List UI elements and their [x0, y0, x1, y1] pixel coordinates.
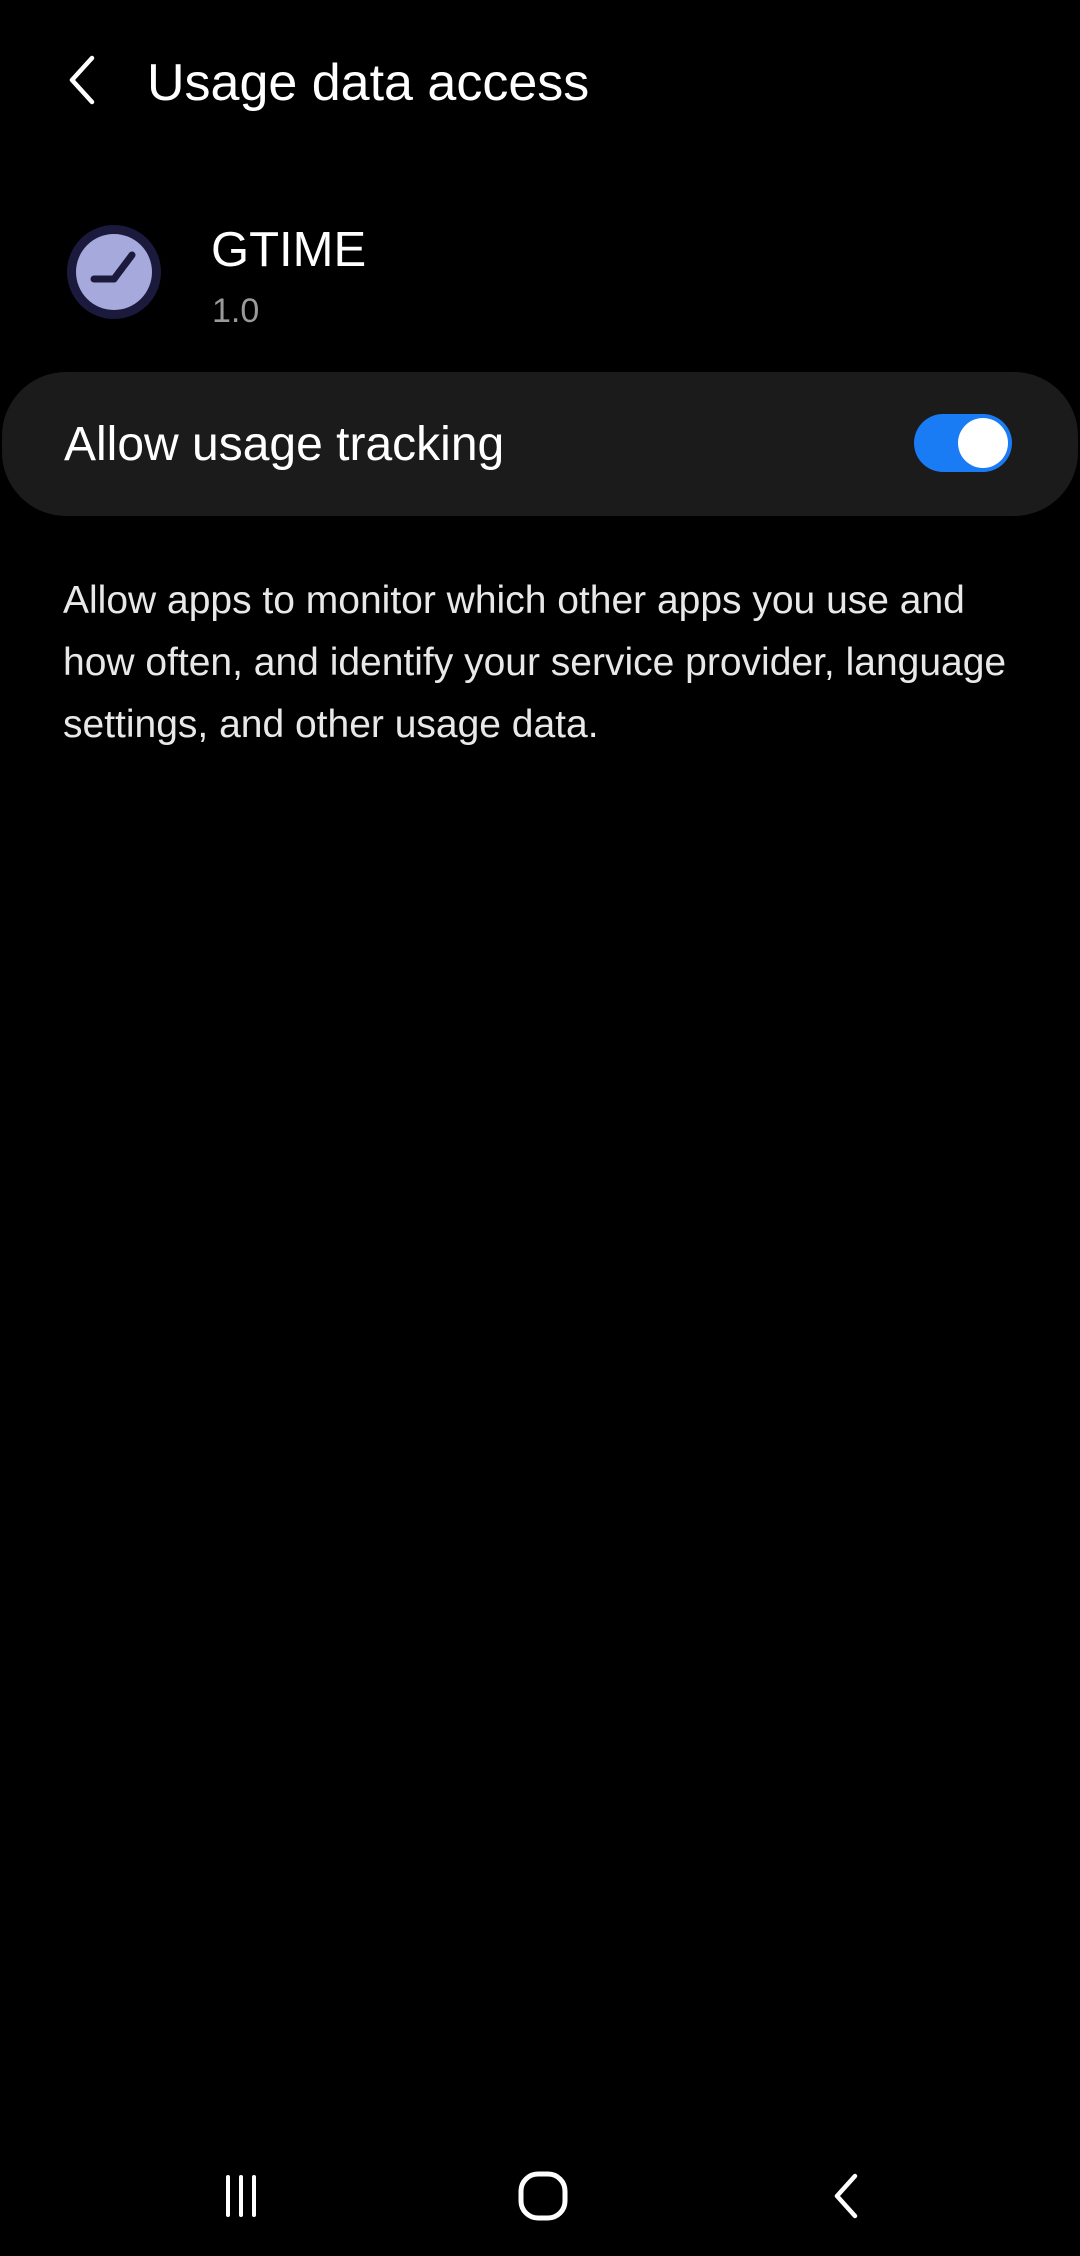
nav-back-button[interactable] — [787, 2146, 907, 2246]
app-version: 1.0 — [212, 292, 260, 330]
app-name: GTIME — [211, 223, 367, 277]
back-icon — [834, 2173, 858, 2219]
switch-knob — [958, 418, 1008, 468]
home-button[interactable] — [483, 2146, 603, 2246]
back-button[interactable] — [42, 40, 122, 120]
clock-icon — [64, 222, 164, 322]
chevron-left-icon — [69, 55, 95, 105]
allow-usage-tracking-switch[interactable] — [914, 414, 1012, 472]
app-bar: Usage data access — [0, 0, 1080, 170]
description-text: Allow apps to monitor which other apps y… — [63, 579, 1007, 746]
recents-button[interactable] — [181, 2146, 301, 2246]
allow-usage-tracking-row[interactable]: Allow usage tracking — [2, 372, 1078, 516]
navigation-bar — [0, 2136, 1080, 2256]
recents-icon — [226, 2175, 256, 2217]
allow-usage-tracking-label: Allow usage tracking — [64, 418, 505, 471]
page-title: Usage data access — [147, 54, 590, 112]
home-icon — [518, 2171, 568, 2221]
